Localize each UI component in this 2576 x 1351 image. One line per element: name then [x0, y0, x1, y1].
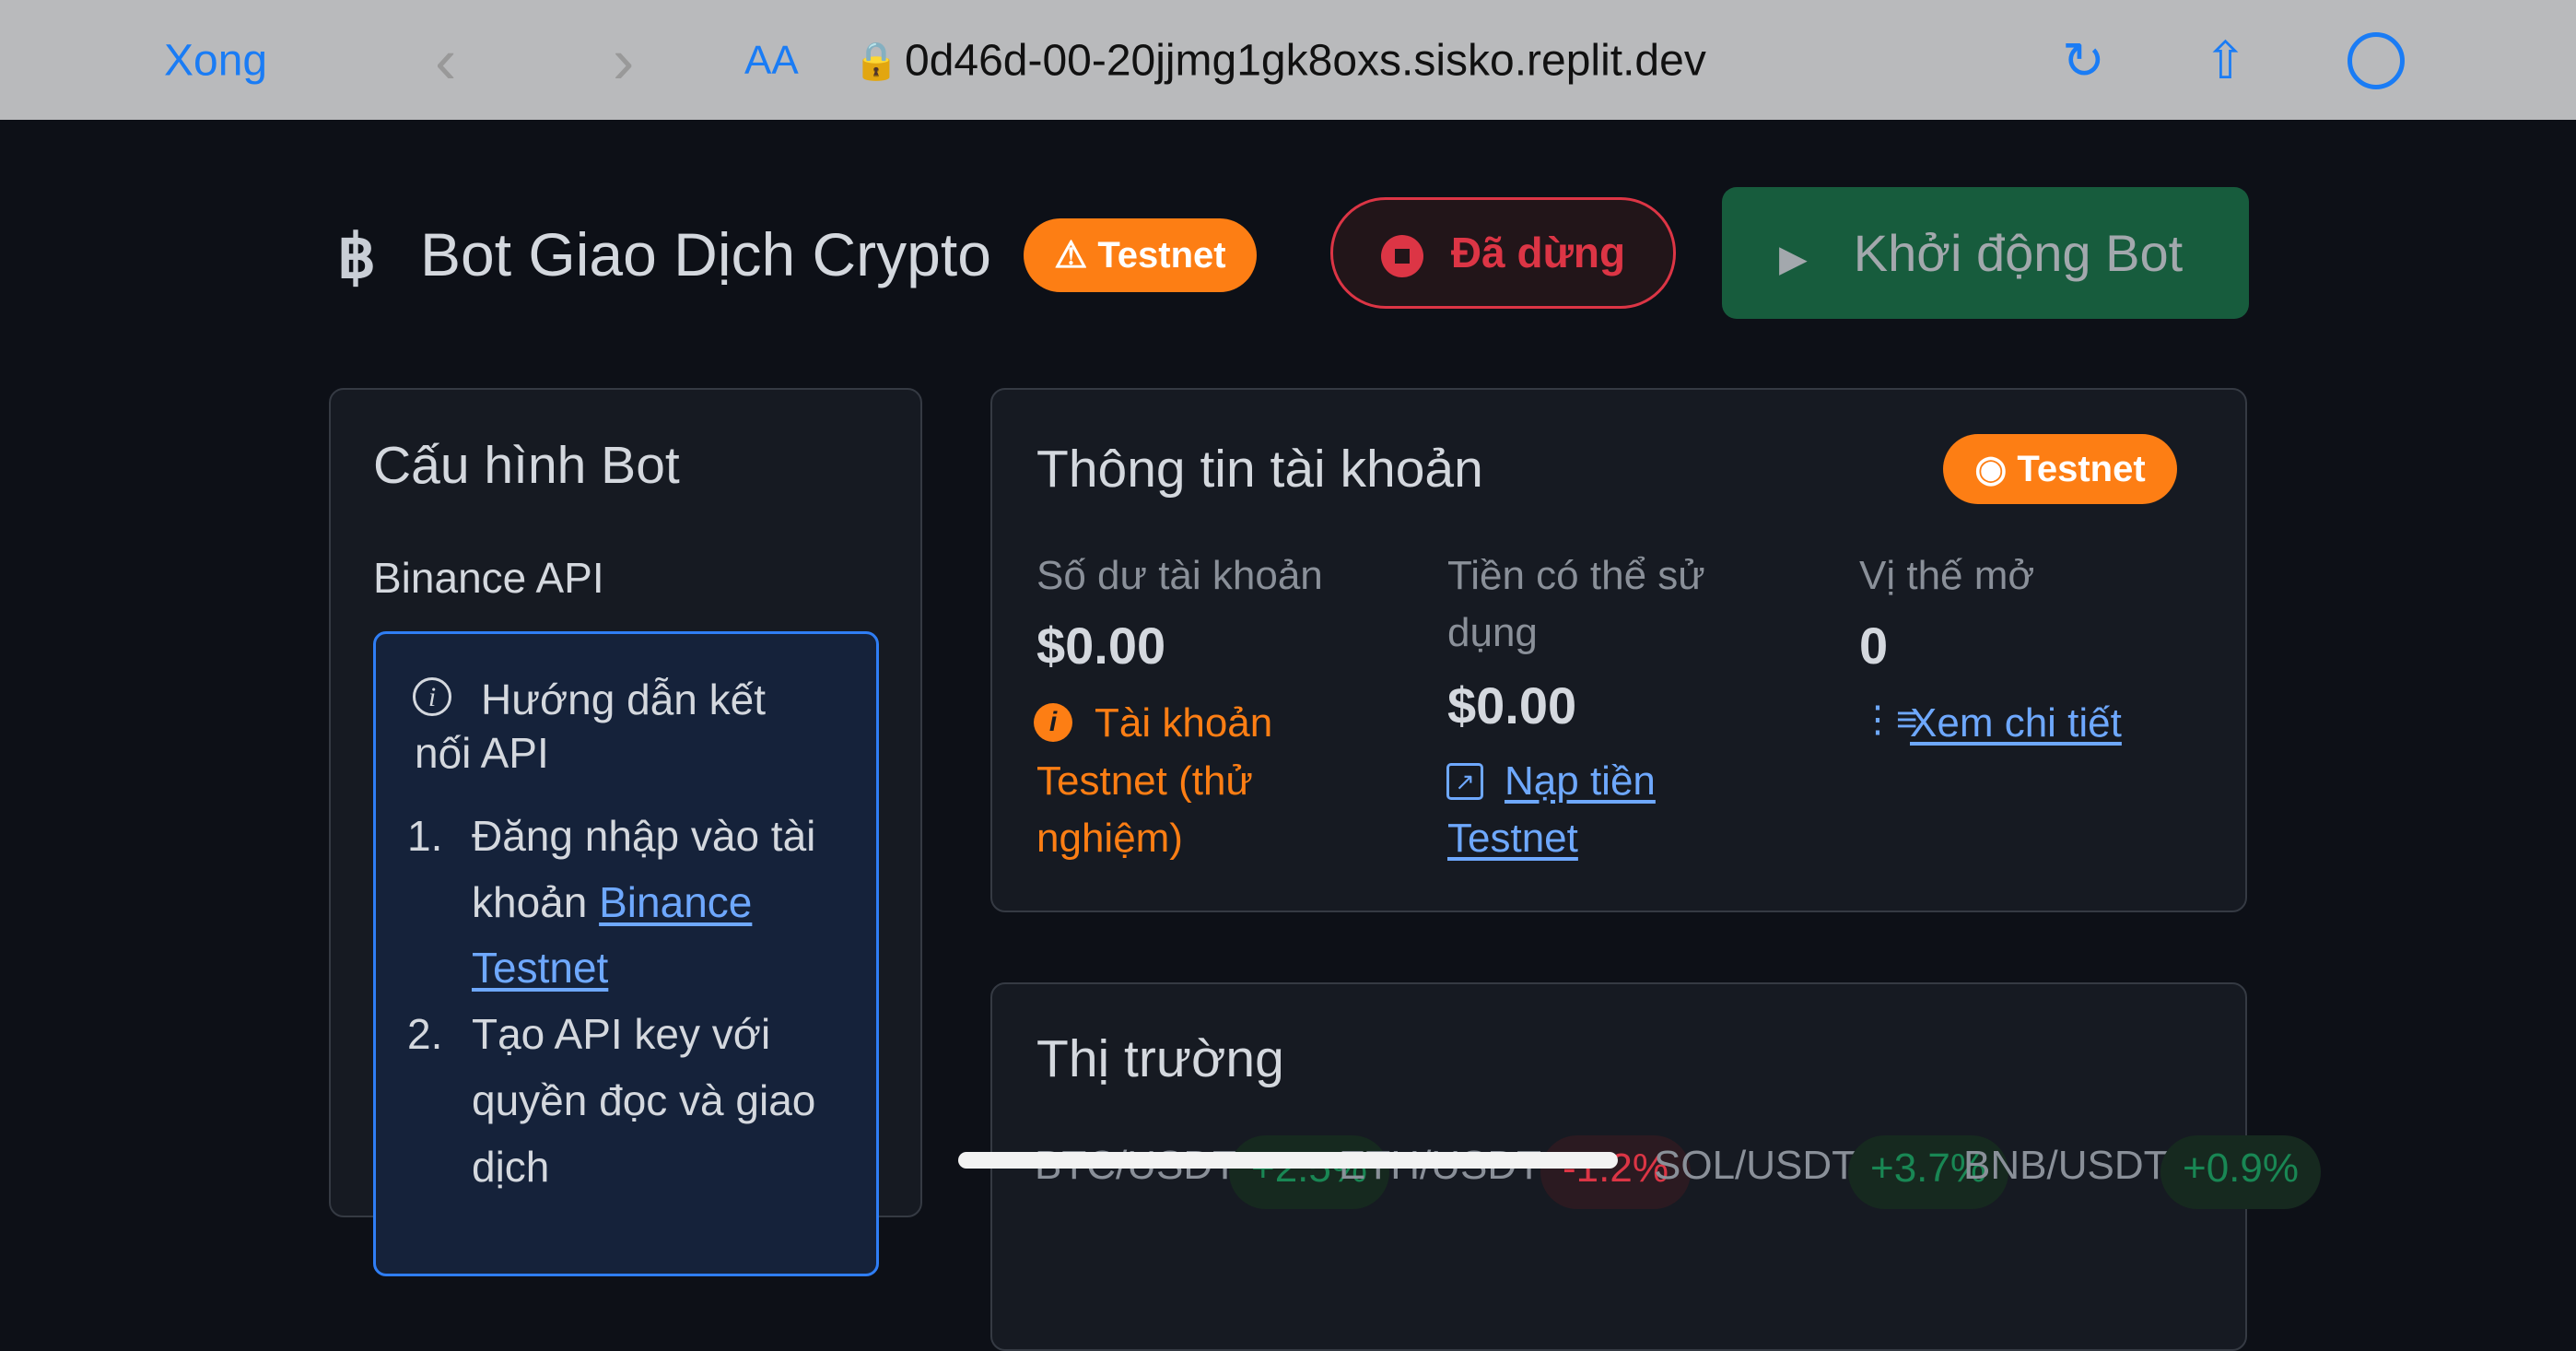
- step-number: 1.: [407, 812, 443, 860]
- positions-value: 0: [1859, 617, 1889, 675]
- config-title: Cấu hình Bot: [373, 436, 680, 495]
- available-value: $0.00: [1447, 676, 1577, 734]
- deposit-link[interactable]: Nạp tiền: [1505, 758, 1656, 805]
- done-button[interactable]: Xong: [164, 36, 267, 87]
- home-indicator[interactable]: [958, 1152, 1618, 1169]
- market-pair: SOL/USDT: [1654, 1143, 1857, 1188]
- compass-icon[interactable]: [2348, 32, 2405, 89]
- coins-icon: ◉: [1974, 449, 2018, 489]
- available-label: Tiền có thể sử: [1447, 553, 1705, 598]
- binance-testnet-link[interactable]: Testnet: [472, 943, 608, 993]
- binance-api-label: Binance API: [373, 554, 604, 602]
- testnet-note: Testnet (thử: [1036, 758, 1253, 804]
- testnet-note: Tài khoản: [1095, 700, 1273, 746]
- warning-icon: ⚠: [1054, 235, 1098, 276]
- positions-label: Vị thế mở: [1859, 553, 2035, 598]
- step-number: 2.: [407, 1010, 443, 1058]
- step-text: quyền đọc và giao: [472, 1076, 816, 1124]
- available-label: dụng: [1447, 610, 1538, 655]
- browser-toolbar: Xong ‹ › AA 🔒 0d46d-00-20jjmg1gk8oxs.sis…: [0, 0, 2576, 120]
- guide-title: Hướng dẫn kết: [481, 676, 767, 723]
- list-icon: ⋮≡: [1859, 699, 1918, 740]
- external-link-icon: ↗: [1446, 763, 1483, 800]
- testnet-note: nghiệm): [1036, 816, 1183, 861]
- balance-value: $0.00: [1036, 617, 1166, 675]
- info-icon: i: [413, 677, 451, 716]
- forward-icon[interactable]: ›: [613, 24, 634, 98]
- app-title: Bot Giao Dịch Crypto: [420, 220, 991, 288]
- lock-icon: 🔒: [853, 41, 899, 82]
- balance-label: Số dư tài khoản: [1036, 553, 1323, 598]
- guide-title-2: nối API: [415, 729, 549, 777]
- testnet-badge: ⚠ Testnet: [1024, 218, 1257, 292]
- market-title: Thị trường: [1036, 1029, 1284, 1088]
- step-text: khoản Binance: [472, 878, 753, 926]
- bitcoin-icon: ฿: [337, 222, 376, 290]
- reload-icon[interactable]: ↻: [2062, 30, 2105, 91]
- start-bot-button[interactable]: ▶ Khởi động Bot: [1722, 187, 2249, 319]
- binance-testnet-link[interactable]: Binance: [599, 878, 752, 926]
- step-text: dịch: [472, 1143, 550, 1191]
- play-icon: ▶: [1779, 239, 1808, 279]
- step-text: Đăng nhập vào tài: [472, 812, 816, 860]
- stop-icon: [1380, 234, 1423, 277]
- step-text: Tạo API key với: [472, 1010, 771, 1058]
- view-details-link[interactable]: Xem chi tiết: [1910, 700, 2122, 746]
- market-change: +0.9%: [2160, 1135, 2321, 1209]
- account-title: Thông tin tài khoản: [1036, 440, 1483, 499]
- url-field[interactable]: 0d46d-00-20jjmg1gk8oxs.sisko.replit.dev: [905, 36, 1706, 87]
- account-testnet-badge: ◉ Testnet: [1943, 434, 2177, 504]
- status-stopped-button[interactable]: Đã dừng: [1330, 197, 1676, 309]
- deposit-link[interactable]: Testnet: [1447, 816, 1578, 862]
- market-pair: BNB/USDT: [1963, 1143, 2169, 1188]
- share-icon[interactable]: ⇧: [2204, 30, 2247, 91]
- text-size-button[interactable]: AA: [744, 38, 799, 84]
- back-icon[interactable]: ‹: [435, 24, 456, 98]
- info-icon: i: [1034, 703, 1072, 742]
